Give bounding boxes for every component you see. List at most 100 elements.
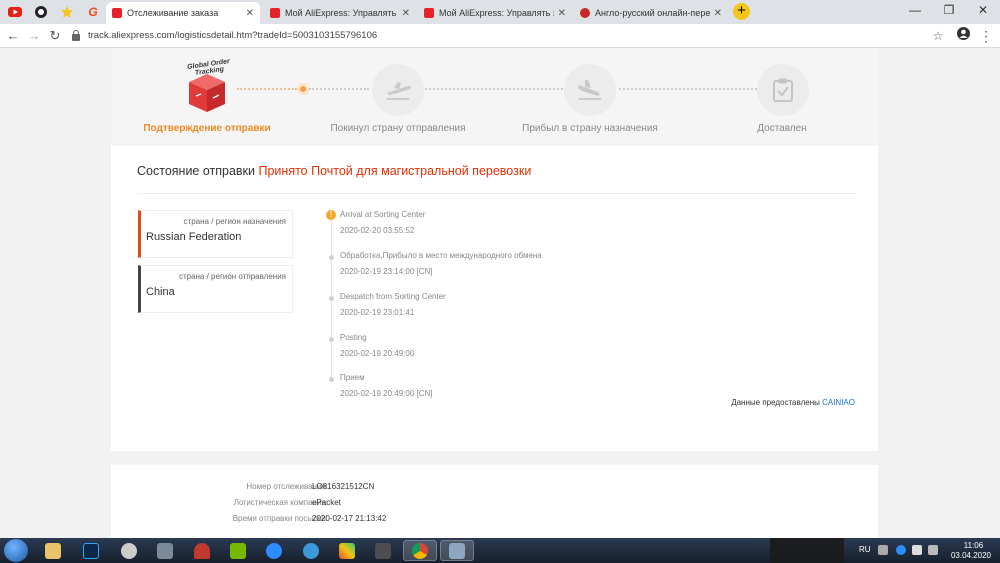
youtube-icon [8,7,22,17]
event-description: Прием [340,373,365,382]
film-reel-icon [121,542,137,559]
z-app-icon [266,542,282,559]
taskbar-chrome[interactable] [403,540,437,561]
provider-label: Данные предоставлены [731,398,820,407]
taskbar-app-4[interactable] [150,540,180,561]
tracking-number-value: LO816321512CN [312,482,375,491]
shipment-status: Состояние отправки Принято Почтой для ма… [137,164,531,178]
clipboard-check-icon [773,78,793,102]
dark-pinned-tab[interactable] [30,2,52,22]
forward-button[interactable]: → [25,27,43,45]
close-tab-icon[interactable]: ✕ [402,8,410,19]
app-icon [194,542,210,559]
bookmark-pinned-tab[interactable] [56,2,78,22]
chrome-icon [412,542,428,559]
close-window-button[interactable]: ✕ [966,0,1000,22]
photoshop-icon [83,542,99,559]
tracking-number-row: Номер отслеживания: LO816321512CN [111,482,878,496]
profile-avatar-icon[interactable] [954,27,972,45]
current-step-dot [297,83,309,95]
progress-connector [425,88,563,90]
step-label-arrived: Прибыл в страну назначения [522,123,658,134]
event-description: Despatch from Sorting Center [340,292,446,301]
tab-aliexpress-orders-2[interactable]: Мой AliExpress: Управлять зака ✕ [418,2,572,24]
close-tab-icon[interactable]: ✕ [558,8,566,19]
window-preview-strip [770,538,844,563]
event-time: 2020-02-19 20:49:00 [340,349,415,358]
taskbar-media[interactable] [114,540,144,561]
plane-departure-icon [386,82,411,100]
tab-strip: G Отслеживание заказа ✕ Мой AliExpress: … [0,0,1000,24]
ship-time-value: 2020-02-17 21:13:42 [312,514,387,523]
start-button[interactable] [4,539,28,562]
g-pinned-tab[interactable]: G [82,2,104,22]
status-value: Принято Почтой для магистральной перевоз… [258,164,532,178]
event-time: 2020-02-20 03:55:52 [340,226,415,235]
event-description: Arrival at Sorting Center [340,210,426,219]
timeline-dot-icon [329,296,334,301]
taskbar-app-5[interactable] [187,540,217,561]
close-tab-icon[interactable]: ✕ [246,8,254,19]
tray-arrow-icon[interactable] [878,545,888,555]
taskbar-app-9[interactable] [332,540,362,561]
app-icon [339,542,355,559]
aliexpress-favicon-icon [270,8,280,18]
ship-time-row: Время отправки посылки: 2020-02-17 21:13… [111,514,878,528]
maximize-button[interactable]: ❐ [932,0,966,22]
menu-kebab-icon[interactable]: ⋮ [977,27,995,45]
clock-time[interactable]: 11:06 [951,541,996,550]
progress-steps: Global Order Tracking Подтверждение отпр… [111,48,878,146]
plane-arrival-icon [578,80,601,100]
youtube-pinned-tab[interactable] [4,2,26,22]
taskbar-ie[interactable] [296,540,326,561]
language-indicator[interactable]: RU [859,545,871,554]
folder-icon [45,542,61,559]
close-tab-icon[interactable]: ✕ [714,8,722,19]
tab-title: Англо-русский онлайн-перевод [595,8,710,18]
taskbar-wot[interactable] [368,540,398,561]
progress-connector [619,88,757,90]
event-time: 2020-02-19 23:01:41 [340,308,415,317]
origin-label: страна / регион отправления [178,272,286,281]
data-provider-note: Данные предоставлены CAINIAO [731,398,855,407]
timeline-dot-icon [329,377,334,382]
origin-value: China [146,286,175,298]
clock-date[interactable]: 03.04.2020 [945,551,997,560]
tank-game-icon [375,542,391,559]
star-icon [61,6,73,18]
url-field[interactable]: track.aliexpress.com/logisticsdetail.htm… [72,27,952,45]
bookmark-star-icon[interactable]: ☆ [929,27,947,45]
network-icon[interactable] [928,545,938,555]
progress-connector [237,88,297,90]
taskbar-nvidia[interactable] [223,540,253,561]
tray-z-icon[interactable] [896,545,906,555]
tab-title: Мой AliExpress: Управлять зака [439,8,554,18]
tab-aliexpress-orders-1[interactable]: Мой AliExpress: Управлять зака ✕ [264,2,416,24]
event-time: 2020-02-19 23:14:00 [CN] [340,267,433,276]
taskbar-photoshop[interactable] [76,540,106,561]
translator-favicon-icon [580,8,590,18]
new-tab-button[interactable]: + [733,3,750,20]
taskbar-app-12[interactable] [440,540,474,561]
volume-icon[interactable] [912,545,922,555]
divider [137,193,857,194]
timeline-dot-icon [329,255,334,260]
event-description: Обработка,Прибыло в место международного… [340,251,542,260]
minimize-button[interactable]: — [898,0,932,22]
back-button[interactable]: ← [4,27,22,45]
address-bar: ← → ↻ track.aliexpress.com/logisticsdeta… [0,24,1000,48]
shipment-info-card: Номер отслеживания: LO816321512CN Логист… [111,465,878,538]
aliexpress-favicon-icon [424,8,434,18]
reload-button[interactable]: ↻ [46,27,64,45]
step-label-confirmed: Подтверждение отправки [143,123,271,134]
windows-taskbar: RU 11:06 03.04.2020 [0,538,1000,563]
logistics-company-row: Логистическая компания: ePacket [111,498,878,512]
tab-tracking[interactable]: Отслеживание заказа ✕ [106,2,260,24]
timeline-dot-icon [329,337,334,342]
tab-translator[interactable]: Англо-русский онлайн-перевод ✕ [574,2,728,24]
step-departed [372,64,424,116]
progress-connector [309,88,369,90]
taskbar-explorer[interactable] [38,540,68,561]
cainiao-link[interactable]: CAINIAO [822,398,855,407]
taskbar-zoom[interactable] [259,540,289,561]
